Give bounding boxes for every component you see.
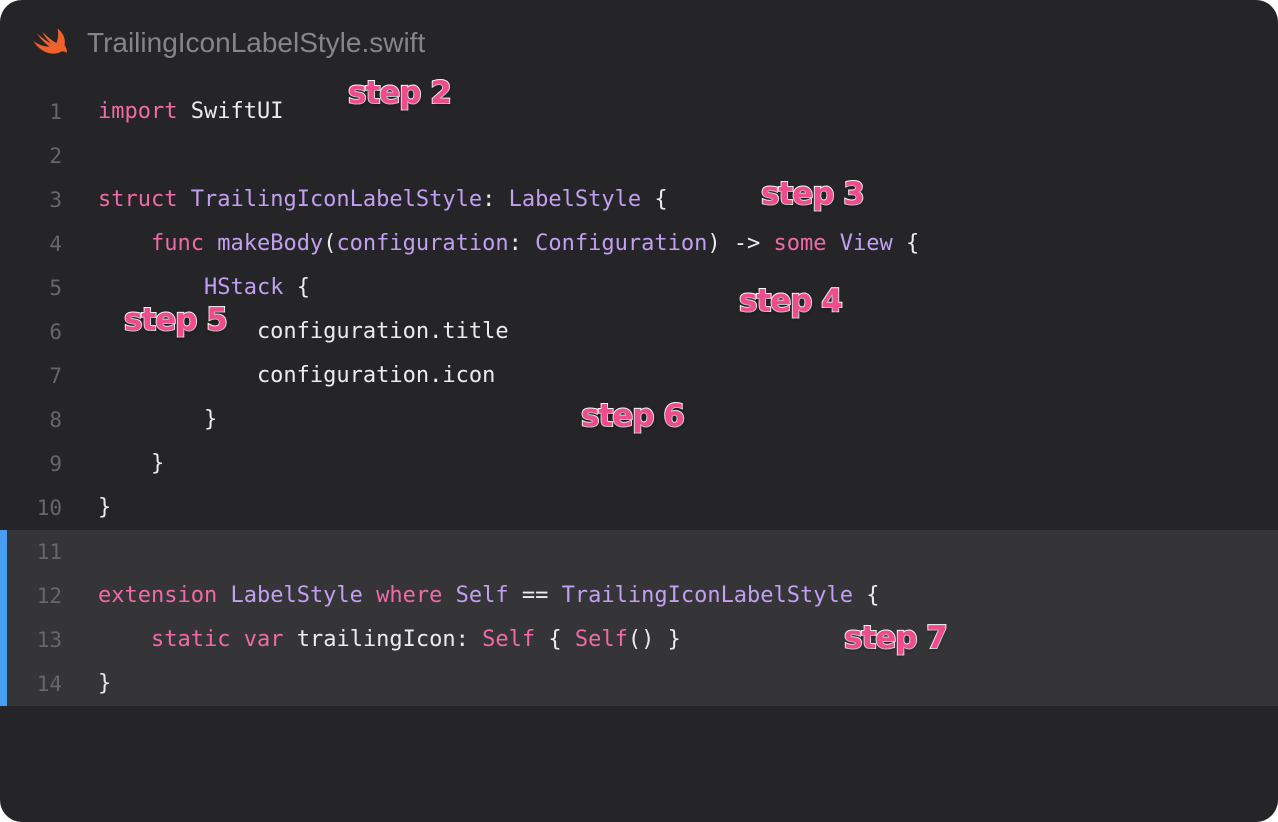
- keyword-token: func: [150, 231, 204, 256]
- type-token: TrailingIconLabelStyle: [190, 187, 483, 212]
- type-token: TrailingIconLabelStyle: [561, 583, 854, 608]
- line-text: }: [98, 662, 111, 706]
- code-line[interactable]: 10}: [0, 486, 1278, 530]
- line-text: configuration.icon: [98, 354, 495, 398]
- line-number: 14: [36, 672, 62, 696]
- code-line[interactable]: 1 import SwiftUI: [0, 90, 1278, 134]
- text-token: trailingIcon:: [283, 627, 483, 652]
- line-number: 2: [49, 144, 62, 168]
- file-name: TrailingIconLabelStyle.swift: [87, 27, 426, 58]
- line-number: 6: [49, 320, 62, 344]
- keyword-token: Self: [574, 627, 628, 652]
- line-text: }: [98, 398, 217, 442]
- type-token: makeBody: [217, 231, 324, 256]
- keyword-token: var: [243, 627, 284, 652]
- line-text: import SwiftUI: [98, 90, 283, 134]
- line-number: 3: [49, 188, 62, 212]
- step-3-badge: step 3: [760, 175, 866, 213]
- text-token: :: [508, 231, 536, 256]
- text-token: ) ->: [707, 231, 774, 256]
- line-number: 11: [36, 540, 62, 564]
- type-token: Self: [455, 583, 509, 608]
- highlight-bar: [0, 530, 7, 706]
- text-token: {: [535, 627, 575, 652]
- type-token: View: [839, 231, 893, 256]
- line-number: 4: [49, 232, 62, 256]
- code-line[interactable]: 9 }: [0, 442, 1278, 486]
- step-6-badge: step 6: [580, 397, 686, 435]
- text-token: {: [641, 187, 668, 212]
- code-line[interactable]: 12 extension LabelStyle where Self == Tra…: [0, 574, 1278, 618]
- line-number: 5: [49, 276, 62, 300]
- step-5-badge: step 5: [123, 301, 229, 339]
- keyword-token: static: [150, 627, 231, 652]
- line-number: 8: [49, 408, 62, 432]
- title-bar: TrailingIconLabelStyle.swift: [0, 0, 1278, 88]
- text-token: ==: [508, 583, 562, 608]
- code-line[interactable]: 4 func makeBody(configuration: Configura…: [0, 222, 1278, 266]
- keyword-token: struct: [98, 187, 178, 212]
- line-number: 9: [49, 452, 62, 476]
- text-token: :: [482, 187, 509, 212]
- keyword-token: some: [773, 231, 827, 256]
- keyword-token: import: [98, 99, 178, 124]
- text-token: configuration.icon: [98, 363, 496, 388]
- text-token: {: [853, 583, 880, 608]
- text-token: SwiftUI: [177, 99, 284, 124]
- text-token: {: [892, 231, 920, 256]
- line-number: 13: [36, 628, 62, 652]
- line-text: }: [98, 486, 111, 530]
- type-token: HStack: [203, 275, 284, 300]
- text-token: }: [98, 407, 218, 432]
- text-token: () }: [627, 627, 681, 652]
- line-text: struct TrailingIconLabelStyle: LabelStyl…: [98, 178, 668, 222]
- line-text: func makeBody(configuration: Configurati…: [98, 222, 919, 266]
- line-text: }: [98, 442, 164, 486]
- line-number: 12: [36, 584, 62, 608]
- keyword-token: Self: [482, 627, 536, 652]
- text-token: {: [283, 275, 310, 300]
- line-text: static var trailingIcon: Self { Self() }: [98, 618, 681, 662]
- swift-icon: [32, 26, 70, 60]
- type-token: configuration: [336, 231, 509, 256]
- step-7-badge: step 7: [843, 619, 949, 657]
- code-line[interactable]: 13 static var trailingIcon: Self { Self(…: [0, 618, 1278, 662]
- text-token: (: [323, 231, 337, 256]
- code-line[interactable]: 7 configuration.icon: [0, 354, 1278, 398]
- code-line[interactable]: 2: [0, 134, 1278, 178]
- step-2-badge: step 2: [347, 74, 453, 112]
- code-line[interactable]: 3 struct TrailingIconLabelStyle: LabelSty…: [0, 178, 1278, 222]
- type-token: Configuration: [535, 231, 708, 256]
- type-token: LabelStyle: [230, 583, 363, 608]
- line-number: 1: [49, 100, 62, 124]
- line-number: 10: [36, 496, 62, 520]
- keyword-token: extension: [98, 583, 218, 608]
- code-window: TrailingIconLabelStyle.swift 1 import Swi…: [0, 0, 1278, 822]
- text-token: }: [98, 671, 112, 696]
- line-text: extension LabelStyle where Self == Trail…: [98, 574, 880, 618]
- type-token: LabelStyle: [508, 187, 642, 212]
- text-token: }: [98, 495, 112, 520]
- text-token: }: [98, 451, 165, 476]
- line-number: 7: [49, 364, 62, 388]
- code-line[interactable]: 14}: [0, 662, 1278, 706]
- keyword-token: where: [376, 583, 443, 608]
- code-line[interactable]: 11: [0, 530, 1278, 574]
- step-4-badge: step 4: [738, 282, 844, 320]
